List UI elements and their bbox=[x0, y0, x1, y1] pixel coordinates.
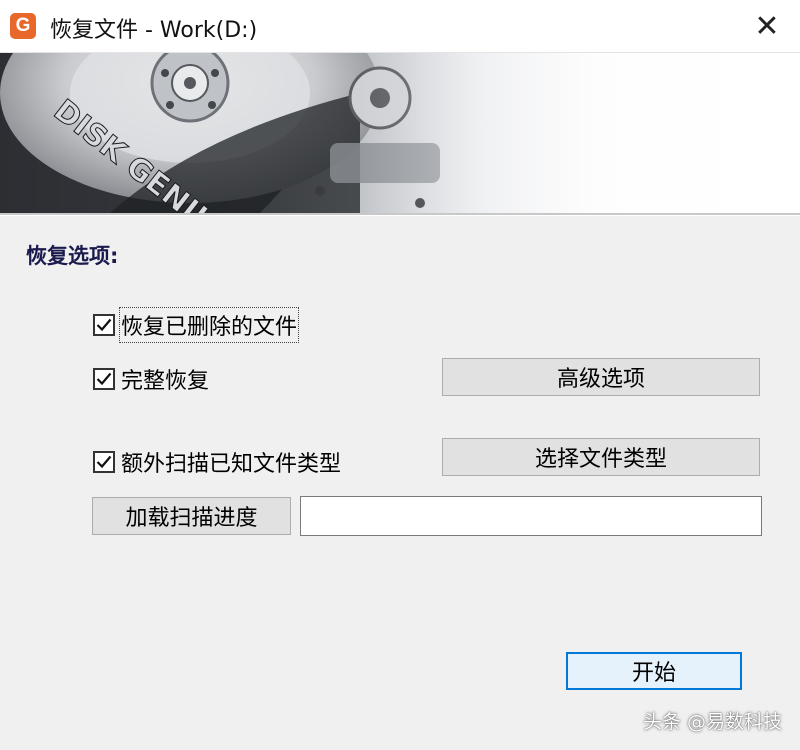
checkmark-icon bbox=[96, 318, 112, 332]
full-recovery-label: 完整恢复 bbox=[121, 369, 210, 394]
recover-deleted-label: 恢复已删除的文件 bbox=[118, 307, 300, 343]
extra-scan-checkbox[interactable]: 额外扫描已知文件类型 bbox=[93, 446, 341, 478]
checkbox-box[interactable] bbox=[93, 368, 115, 390]
checkmark-icon bbox=[96, 455, 112, 469]
load-scan-progress-button[interactable]: 加载扫描进度 bbox=[92, 497, 291, 535]
banner-divider bbox=[0, 213, 800, 216]
recover-deleted-checkbox[interactable]: 恢复已删除的文件 bbox=[93, 307, 300, 343]
scan-progress-path-input[interactable] bbox=[300, 496, 762, 536]
banner-image: DISK GENIUS bbox=[0, 53, 800, 213]
title-bar: G 恢复文件 - Work(D:) ✕ bbox=[0, 0, 800, 53]
advanced-options-button[interactable]: 高级选项 bbox=[442, 358, 760, 396]
window-title: 恢复文件 - Work(D:) bbox=[50, 18, 258, 43]
full-recovery-checkbox[interactable]: 完整恢复 bbox=[93, 363, 209, 395]
start-button[interactable]: 开始 bbox=[566, 652, 742, 690]
app-icon: G bbox=[10, 13, 36, 39]
checkbox-box[interactable] bbox=[93, 451, 115, 473]
hard-disk-illustration: DISK GENIUS bbox=[0, 53, 800, 213]
extra-scan-label: 额外扫描已知文件类型 bbox=[121, 452, 342, 477]
checkmark-icon bbox=[96, 372, 112, 386]
close-button[interactable]: ✕ bbox=[734, 0, 800, 52]
recovery-options-label: 恢复选项: bbox=[26, 244, 119, 268]
select-file-types-button[interactable]: 选择文件类型 bbox=[442, 438, 760, 476]
watermark-text: 头条 @易数科技 bbox=[642, 711, 782, 733]
checkbox-box[interactable] bbox=[93, 314, 115, 336]
close-icon: ✕ bbox=[754, 8, 780, 44]
